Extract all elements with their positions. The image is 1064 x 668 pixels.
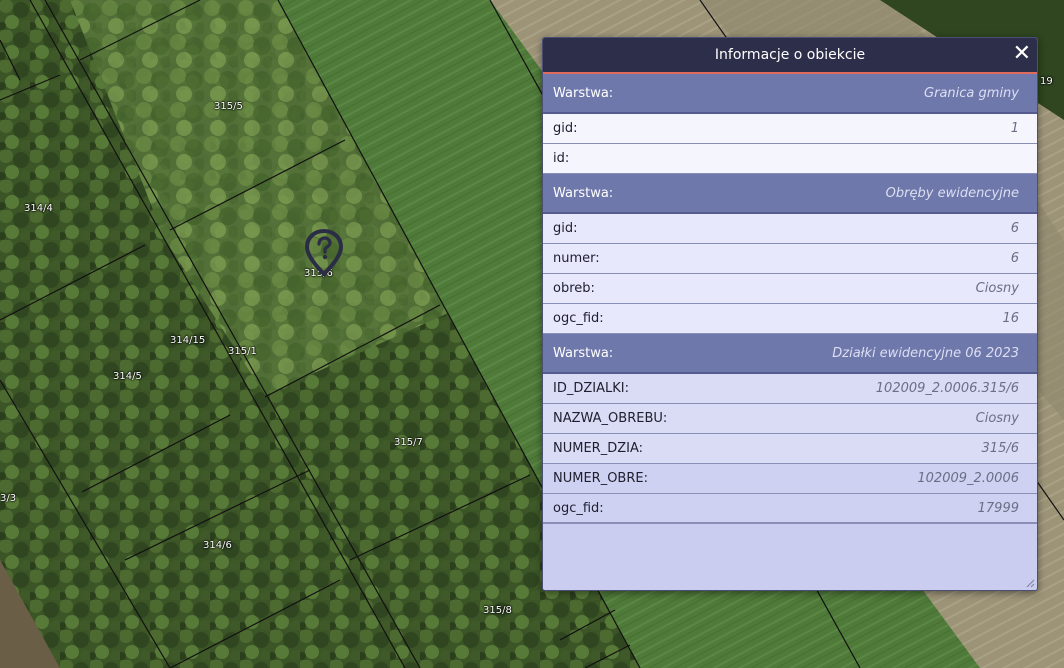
parcel-label: 315/7	[394, 437, 423, 448]
attribute-key: ogc_fid:	[553, 311, 604, 326]
attribute-key: NUMER_OBRE:	[553, 471, 648, 486]
attribute-row: gid: 6	[543, 214, 1037, 244]
attribute-row: ID_DZIALKI: 102009_2.0006.315/6	[543, 374, 1037, 404]
popup-title: Informacje o obiekcie	[714, 47, 866, 63]
parcel-label: 315/5	[214, 101, 243, 112]
attribute-value: Ciosny	[975, 281, 1019, 296]
parcel-label: 314/15	[170, 335, 206, 346]
attribute-row: obreb: Ciosny	[543, 274, 1037, 304]
parcel-label: 19	[1040, 76, 1053, 87]
layer-row: Warstwa: Obręby ewidencyjne	[543, 174, 1037, 214]
question-map-pin-icon[interactable]	[303, 228, 345, 278]
layer-label: Warstwa:	[553, 345, 614, 361]
attribute-value: Ciosny	[975, 411, 1019, 426]
attribute-row: ogc_fid: 16	[543, 304, 1037, 334]
attribute-row: numer: 6	[543, 244, 1037, 274]
popup-body: Warstwa: Granica gminy gid: 1 id: Warstw…	[543, 74, 1037, 524]
popup-header: Informacje o obiekcie ✕	[543, 38, 1037, 74]
parcel-label: 314/6	[203, 540, 232, 551]
close-icon[interactable]: ✕	[1013, 40, 1031, 68]
layer-row: Warstwa: Granica gminy	[543, 74, 1037, 114]
attribute-key: ogc_fid:	[553, 500, 604, 516]
attribute-value: 1	[1010, 121, 1019, 136]
attribute-row: ogc_fid: 17999	[543, 494, 1037, 524]
attribute-value: 16	[1002, 311, 1019, 326]
parcel-label: 3/3	[0, 493, 17, 504]
attribute-key: id:	[553, 151, 570, 166]
attribute-row: NUMER_OBRE: 102009_2.0006	[543, 464, 1037, 494]
attribute-key: gid:	[553, 221, 578, 236]
layer-row: Warstwa: Działki ewidencyjne 06 2023	[543, 334, 1037, 374]
attribute-key: obreb:	[553, 281, 595, 296]
attribute-value: 315/6	[981, 441, 1019, 456]
attribute-value: 6	[1010, 251, 1019, 266]
parcel-label: 315/8	[483, 605, 512, 616]
resize-grip-icon[interactable]	[1025, 578, 1035, 588]
attribute-value: 17999	[977, 500, 1019, 516]
attribute-row: NUMER_DZIA: 315/6	[543, 434, 1037, 464]
layer-label: Warstwa:	[553, 185, 614, 201]
attribute-row: gid: 1	[543, 114, 1037, 144]
parcel-label: 314/4	[24, 203, 53, 214]
layer-name: Działki ewidencyjne 06 2023	[832, 345, 1019, 361]
parcel-label: 314/5	[113, 371, 142, 382]
attribute-row: id:	[543, 144, 1037, 174]
attribute-value: 6	[1010, 221, 1019, 236]
parcel-label: 315/1	[228, 346, 257, 357]
attribute-row: NAZWA_OBREBU: Ciosny	[543, 404, 1037, 434]
layer-name: Granica gminy	[924, 85, 1019, 101]
layer-label: Warstwa:	[553, 85, 614, 101]
attribute-key: gid:	[553, 121, 578, 136]
attribute-value: 102009_2.0006	[917, 471, 1019, 486]
attribute-key: numer:	[553, 251, 600, 266]
layer-name: Obręby ewidencyjne	[885, 185, 1019, 201]
attribute-key: NUMER_DZIA:	[553, 441, 643, 456]
attribute-key: ID_DZIALKI:	[553, 381, 629, 396]
attribute-value: 102009_2.0006.315/6	[875, 381, 1019, 396]
attribute-key: NAZWA_OBREBU:	[553, 411, 668, 426]
feature-info-popup: Informacje o obiekcie ✕ Warstwa: Granica…	[542, 37, 1038, 591]
